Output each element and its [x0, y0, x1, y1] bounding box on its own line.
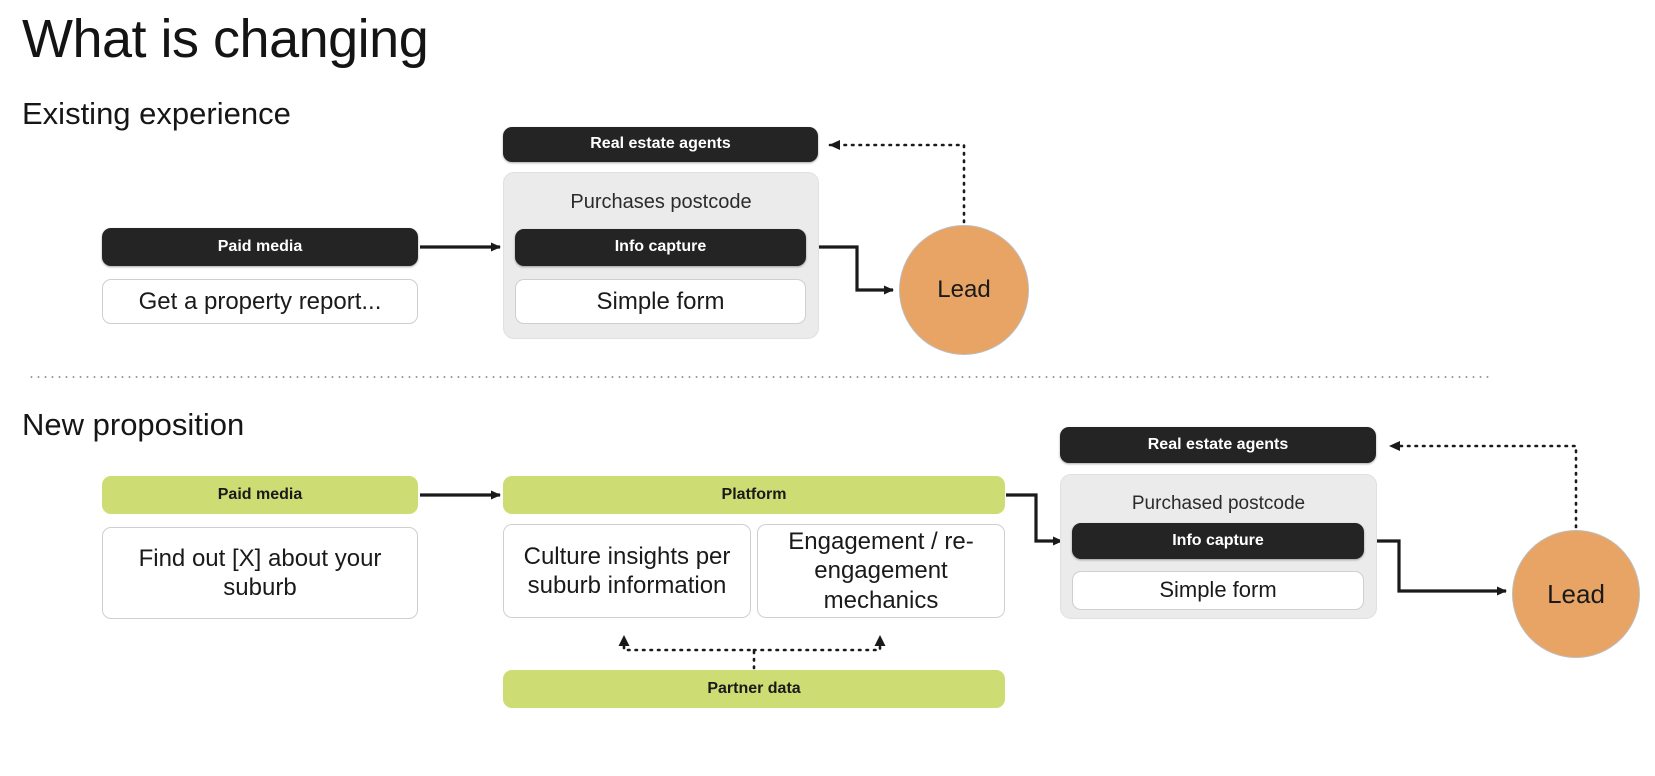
new-paid-media-message[interactable]: Find out [X] about your suburb: [102, 527, 418, 619]
new-engagement-mechanics-node[interactable]: Engagement / re-engagement mechanics: [757, 524, 1005, 618]
existing-real-estate-agents-node[interactable]: Real estate agents: [503, 127, 818, 162]
page-title: What is changing: [22, 9, 429, 69]
existing-paid-media-message[interactable]: Get a property report...: [102, 279, 418, 324]
new-lead-node[interactable]: Lead: [1512, 530, 1640, 658]
new-culture-insights-node[interactable]: Culture insights per suburb information: [503, 524, 751, 618]
new-real-estate-agents-node[interactable]: Real estate agents: [1060, 427, 1376, 463]
existing-info-capture-node[interactable]: Info capture: [515, 229, 806, 266]
existing-postcode-panel-label: Purchases postcode: [570, 190, 752, 213]
section-heading-new: New proposition: [22, 407, 245, 442]
new-simple-form-node[interactable]: Simple form: [1072, 571, 1364, 610]
new-partner-data-node[interactable]: Partner data: [503, 670, 1005, 708]
existing-lead-node[interactable]: Lead: [899, 225, 1029, 355]
new-platform-node[interactable]: Platform: [503, 476, 1005, 514]
existing-simple-form-node[interactable]: Simple form: [515, 279, 806, 324]
section-heading-existing: Existing experience: [22, 96, 291, 131]
existing-paid-media-node[interactable]: Paid media: [102, 228, 418, 266]
new-paid-media-node[interactable]: Paid media: [102, 476, 418, 514]
new-info-capture-node[interactable]: Info capture: [1072, 523, 1364, 559]
new-postcode-panel-label: Purchased postcode: [1131, 493, 1306, 514]
section-divider: [28, 376, 1493, 378]
